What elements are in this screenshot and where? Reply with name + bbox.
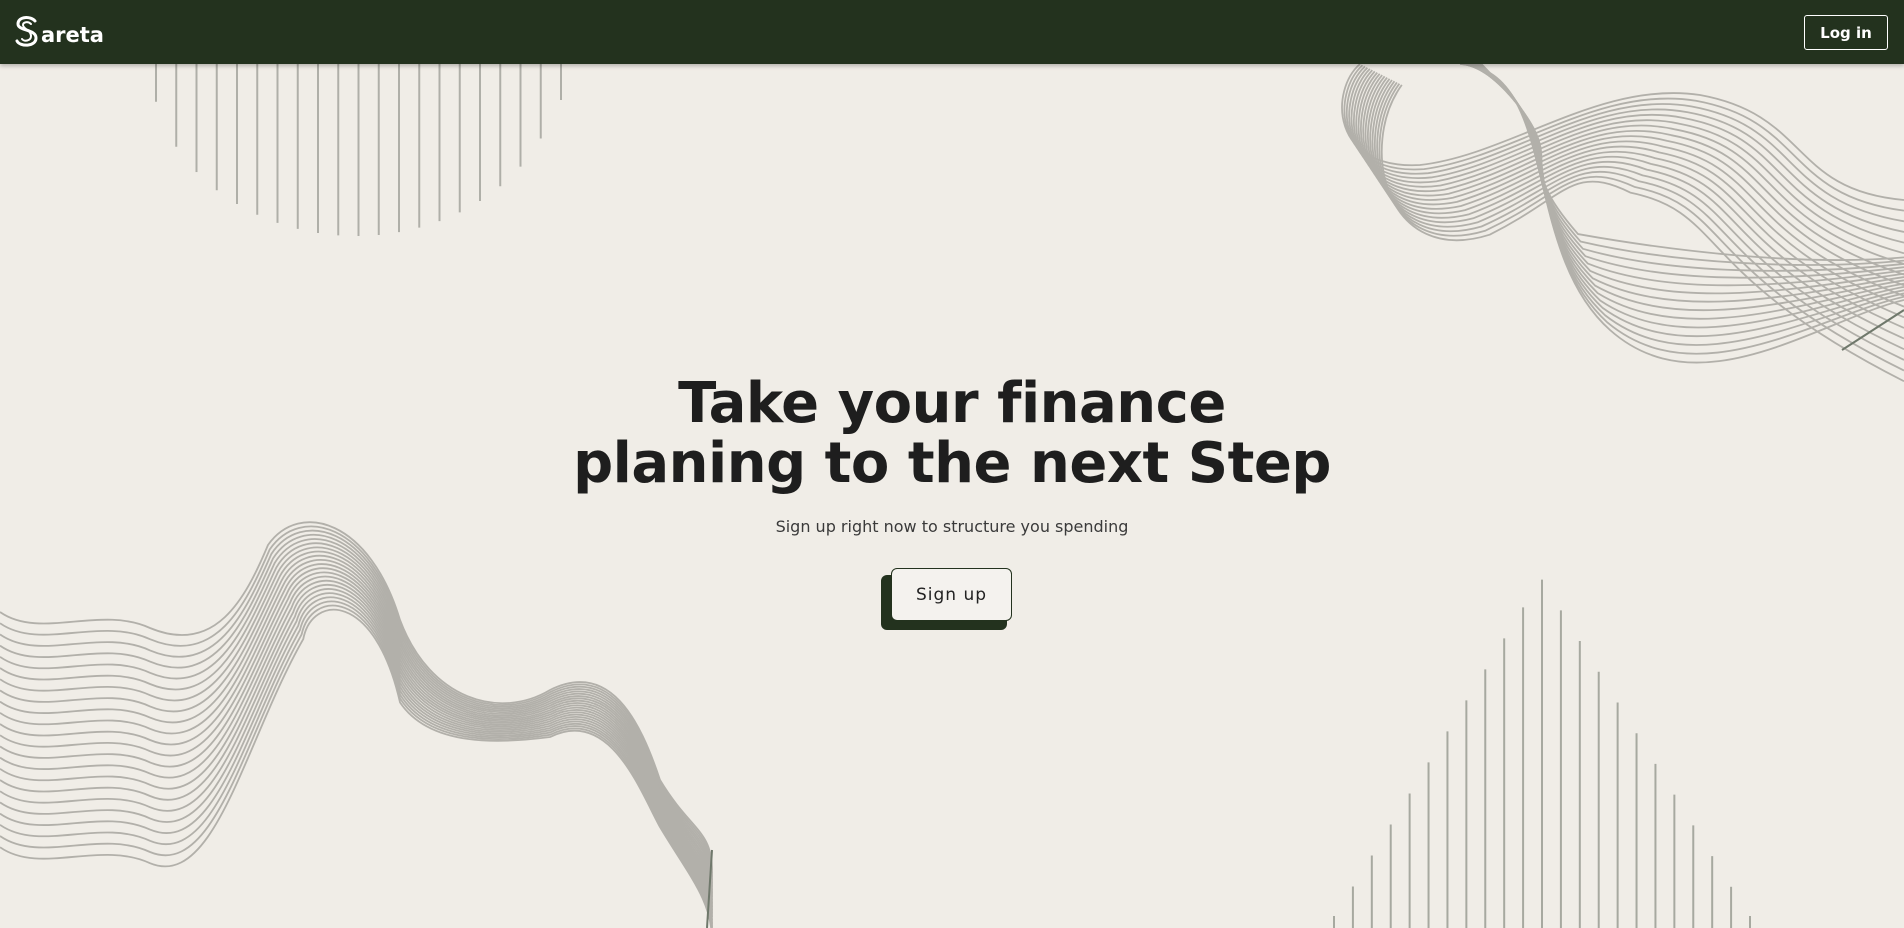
decor-wave: [1350, 68, 1904, 244]
signup-button[interactable]: Sign up: [891, 568, 1012, 621]
top-navigation-bar: areta Log in: [0, 0, 1904, 64]
hero-title-line-1: Take your finance: [678, 371, 1226, 436]
hero-title-line-2: planing to the next Step: [573, 431, 1331, 496]
decor-wave: [0, 608, 713, 928]
decor-wave: [1374, 80, 1904, 351]
sareta-s-logo-icon: [15, 16, 38, 47]
decor-wave: [0, 584, 713, 921]
hero-subtitle: Sign up right now to structure you spend…: [775, 517, 1129, 536]
decor-wave: [0, 596, 713, 928]
brand-logo[interactable]: areta: [14, 12, 104, 52]
hero-section: Take your finance planing to the next St…: [0, 374, 1904, 537]
vertical-lines-top-left: [155, 64, 562, 236]
decor-wave: [1371, 79, 1904, 340]
wave-lines-bottom-left: [0, 521, 713, 928]
brand-name: areta: [41, 22, 104, 47]
hero-title: Take your finance planing to the next St…: [0, 374, 1904, 494]
decor-wave: [0, 588, 713, 924]
decor-wave: [1367, 76, 1904, 319]
decor-wave: [1357, 72, 1904, 276]
wave-lines-top-right: [1341, 63, 1904, 383]
signup-button-container: Sign up: [881, 568, 1012, 632]
decor-wave: [0, 575, 713, 914]
vertical-lines-bottom-right: [1333, 579, 1751, 928]
decor-wave: [0, 592, 713, 928]
login-button[interactable]: Log in: [1804, 15, 1888, 50]
